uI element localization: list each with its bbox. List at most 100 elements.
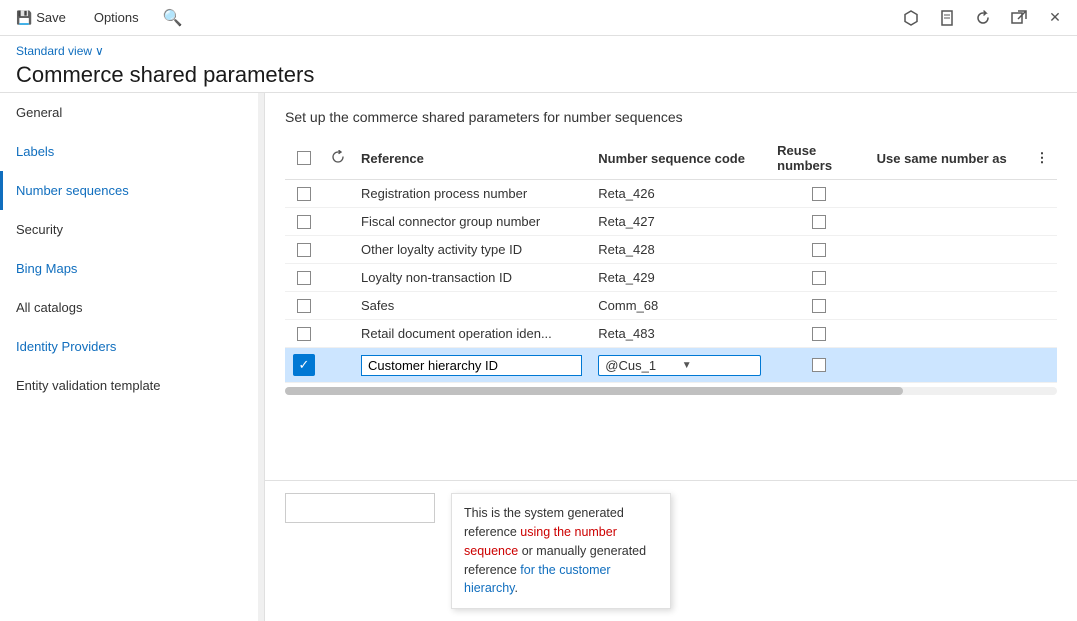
row-checkbox[interactable] bbox=[297, 327, 311, 341]
search-input-bottom[interactable] bbox=[285, 493, 435, 523]
row-menu-cell bbox=[1027, 180, 1057, 208]
row-select-cell[interactable] bbox=[285, 264, 323, 292]
row-numseq-cell: Reta_483 bbox=[590, 320, 769, 348]
row-select-cell[interactable] bbox=[285, 320, 323, 348]
row-checkbox[interactable] bbox=[297, 215, 311, 229]
sidebar-item-label: Identity Providers bbox=[16, 339, 116, 354]
book-icon-button[interactable] bbox=[933, 4, 961, 32]
row-numseq-cell: Reta_427 bbox=[590, 208, 769, 236]
row-refresh-cell bbox=[323, 236, 353, 264]
th-refresh[interactable] bbox=[323, 137, 353, 180]
row-reference-cell: Registration process number bbox=[353, 180, 590, 208]
row-refresh-cell bbox=[323, 348, 353, 383]
row-select-cell[interactable] bbox=[285, 180, 323, 208]
sidebar-item-security[interactable]: Security bbox=[0, 210, 264, 249]
table-row[interactable]: Safes Comm_68 bbox=[285, 292, 1057, 320]
row-refresh-cell bbox=[323, 264, 353, 292]
th-reuse: Reuse numbers bbox=[769, 137, 868, 180]
options-button[interactable]: Options bbox=[86, 6, 147, 29]
reference-input[interactable] bbox=[361, 355, 582, 376]
row-menu-cell bbox=[1027, 236, 1057, 264]
table-row[interactable]: Loyalty non-transaction ID Reta_429 bbox=[285, 264, 1057, 292]
row-reuse-cell[interactable] bbox=[769, 320, 868, 348]
reuse-checkbox[interactable] bbox=[812, 358, 826, 372]
row-reference-cell bbox=[353, 348, 590, 383]
table-area[interactable]: Reference Number sequence code Reuse num… bbox=[265, 137, 1077, 480]
title-bar: 💾 Save Options 🔍 ✕ bbox=[0, 0, 1077, 36]
content-area: Set up the commerce shared parameters fo… bbox=[265, 93, 1077, 621]
row-same-cell bbox=[869, 208, 1027, 236]
row-select-cell[interactable] bbox=[285, 292, 323, 320]
row-checkbox[interactable] bbox=[297, 299, 311, 313]
row-reuse-cell[interactable] bbox=[769, 264, 868, 292]
th-menu[interactable]: ⋮ bbox=[1027, 137, 1057, 180]
reuse-checkbox[interactable] bbox=[812, 327, 826, 341]
sidebar-item-labels[interactable]: Labels bbox=[0, 132, 264, 171]
api-icon-button[interactable] bbox=[897, 4, 925, 32]
row-menu-cell bbox=[1027, 292, 1057, 320]
refresh-icon-button[interactable] bbox=[969, 4, 997, 32]
table-row[interactable]: Other loyalty activity type ID Reta_428 bbox=[285, 236, 1057, 264]
options-label: Options bbox=[94, 10, 139, 25]
row-checkbox[interactable] bbox=[297, 187, 311, 201]
refresh-icon bbox=[975, 10, 991, 26]
row-numseq-cell: Reta_428 bbox=[590, 236, 769, 264]
tooltip-box: This is the system generated reference u… bbox=[451, 493, 671, 609]
search-button[interactable]: 🔍 bbox=[159, 4, 187, 32]
row-numseq-cell: Comm_68 bbox=[590, 292, 769, 320]
save-button[interactable]: 💾 Save bbox=[8, 6, 74, 30]
row-reuse-cell[interactable] bbox=[769, 208, 868, 236]
row-checkbox[interactable] bbox=[297, 243, 311, 257]
standard-view-label: Standard view bbox=[16, 44, 92, 58]
sidebar-scrollbar[interactable] bbox=[258, 93, 264, 621]
popout-icon bbox=[1011, 10, 1027, 26]
row-select-cell[interactable]: ✓ bbox=[285, 348, 323, 383]
reuse-checkbox[interactable] bbox=[812, 271, 826, 285]
horizontal-scrollbar[interactable] bbox=[285, 387, 1057, 395]
row-same-cell bbox=[869, 320, 1027, 348]
row-reference-cell: Other loyalty activity type ID bbox=[353, 236, 590, 264]
row-reuse-cell[interactable] bbox=[769, 236, 868, 264]
row-reference-cell: Loyalty non-transaction ID bbox=[353, 264, 590, 292]
table-row[interactable]: Fiscal connector group number Reta_427 bbox=[285, 208, 1057, 236]
row-reuse-cell[interactable] bbox=[769, 180, 868, 208]
sidebar-item-label: Number sequences bbox=[16, 183, 129, 198]
standard-view-button[interactable]: Standard view ∨ bbox=[16, 44, 1061, 58]
popout-icon-button[interactable] bbox=[1005, 4, 1033, 32]
sidebar-item-label: All catalogs bbox=[16, 300, 82, 315]
row-refresh-cell bbox=[323, 180, 353, 208]
sidebar-item-entity-validation[interactable]: Entity validation template bbox=[0, 366, 264, 405]
save-label: Save bbox=[36, 10, 66, 25]
sidebar-item-all-catalogs[interactable]: All catalogs bbox=[0, 288, 264, 327]
sidebar-item-label: Labels bbox=[16, 144, 54, 159]
table-row[interactable]: Retail document operation iden... Reta_4… bbox=[285, 320, 1057, 348]
row-reuse-cell[interactable] bbox=[769, 292, 868, 320]
sidebar-item-identity-providers[interactable]: Identity Providers bbox=[0, 327, 264, 366]
sidebar-item-general[interactable]: General bbox=[0, 93, 264, 132]
scrollbar-thumb[interactable] bbox=[285, 387, 903, 395]
table-row[interactable]: Registration process number Reta_426 bbox=[285, 180, 1057, 208]
row-numseq-cell[interactable]: @Cus_1 ▼ bbox=[590, 348, 769, 383]
row-reuse-cell[interactable] bbox=[769, 348, 868, 383]
row-checked-icon[interactable]: ✓ bbox=[293, 354, 315, 376]
reuse-checkbox[interactable] bbox=[812, 215, 826, 229]
sidebar-item-number-sequences[interactable]: Number sequences bbox=[0, 171, 264, 210]
sidebar-item-label: Entity validation template bbox=[16, 378, 161, 393]
sidebar: General Labels Number sequences Security… bbox=[0, 93, 265, 621]
sidebar-item-label: Bing Maps bbox=[16, 261, 77, 276]
row-checkbox[interactable] bbox=[297, 271, 311, 285]
reuse-checkbox[interactable] bbox=[812, 187, 826, 201]
row-same-cell bbox=[869, 348, 1027, 383]
row-select-cell[interactable] bbox=[285, 208, 323, 236]
sidebar-item-bing-maps[interactable]: Bing Maps bbox=[0, 249, 264, 288]
row-same-cell bbox=[869, 292, 1027, 320]
table-row-selected[interactable]: ✓ @Cus_1 ▼ bbox=[285, 348, 1057, 383]
numseq-dropdown[interactable]: @Cus_1 ▼ bbox=[598, 355, 761, 376]
reuse-checkbox[interactable] bbox=[812, 299, 826, 313]
th-select[interactable] bbox=[285, 137, 323, 180]
select-all-checkbox[interactable] bbox=[297, 151, 311, 165]
close-icon-button[interactable]: ✕ bbox=[1041, 4, 1069, 32]
reuse-checkbox[interactable] bbox=[812, 243, 826, 257]
row-select-cell[interactable] bbox=[285, 236, 323, 264]
sidebar-item-label: General bbox=[16, 105, 62, 120]
